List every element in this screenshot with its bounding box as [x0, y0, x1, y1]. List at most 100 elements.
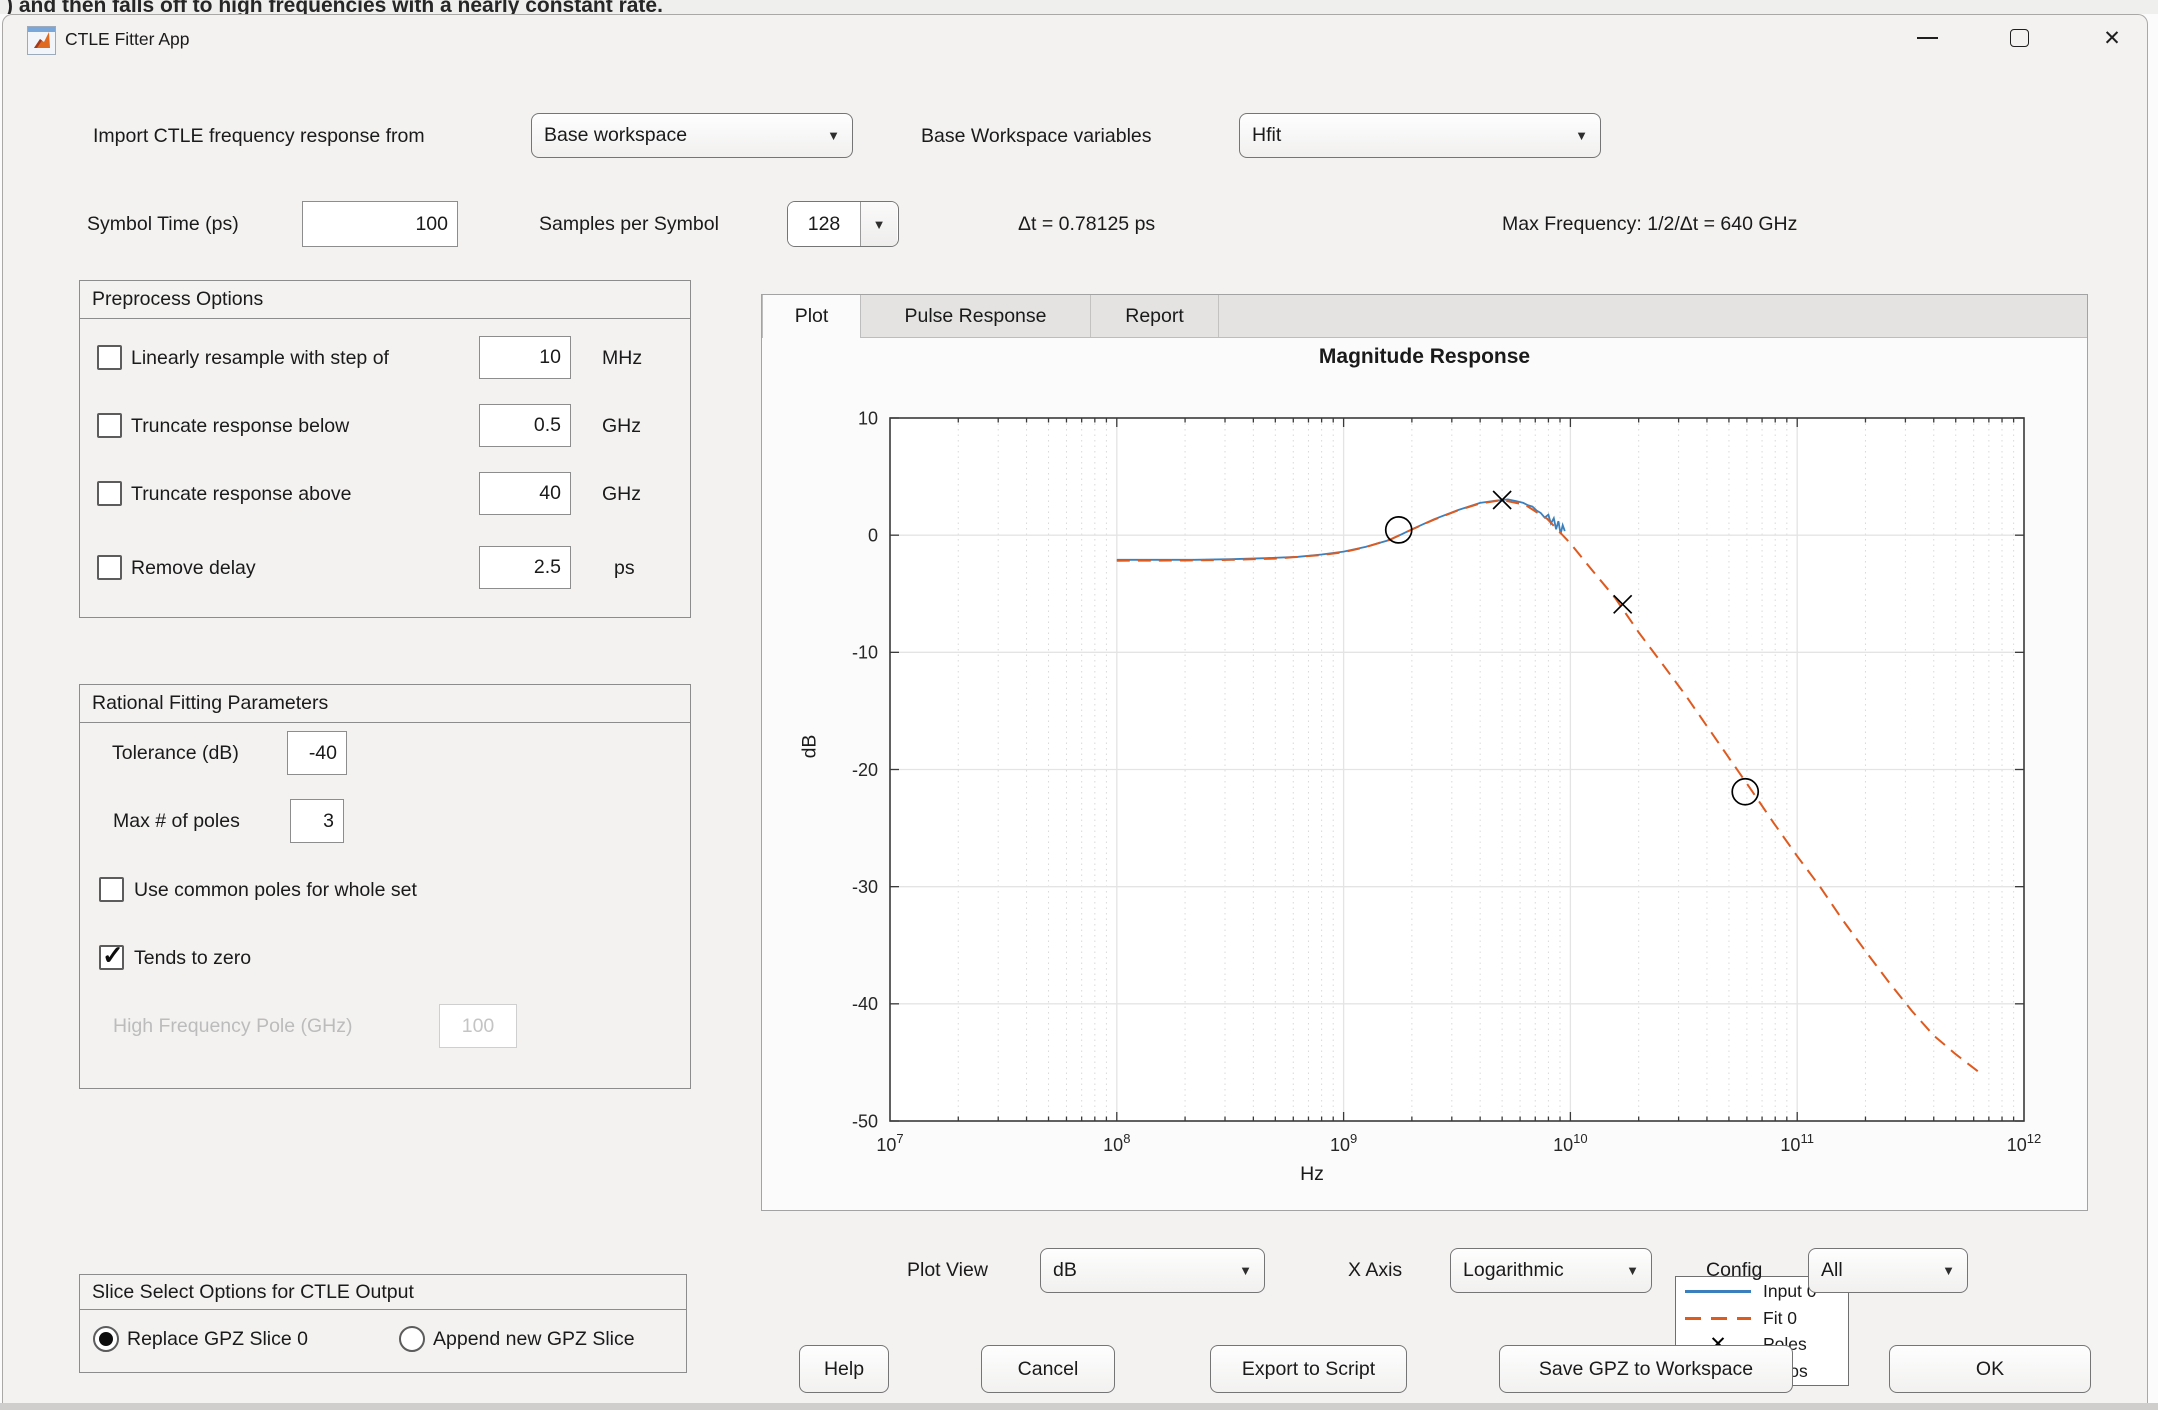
common-poles-checkbox[interactable]: ✓ [99, 877, 124, 902]
check-icon: ✓ [102, 940, 124, 971]
window-title: CTLE Fitter App [65, 24, 190, 54]
replace-gpz-radio[interactable] [93, 1326, 119, 1352]
import-source-label: Import CTLE frequency response from [93, 121, 425, 151]
maximize-button[interactable] [1995, 17, 2043, 59]
x-axis-dropdown[interactable]: Logarithmic ▼ [1450, 1248, 1652, 1293]
workspace-vars-label: Base Workspace variables [921, 121, 1152, 151]
minimize-button[interactable] [1903, 17, 1951, 59]
chevron-down-icon[interactable]: ▼ [860, 202, 897, 246]
resample-step-unit: MHz [602, 343, 642, 373]
background-text: ) and then falls off to high frequencies… [6, 0, 663, 14]
plot-title: Magnitude Response [762, 345, 2087, 369]
magnitude-response-plot: 100-10-20-30-40-50107108109101010111012 [890, 418, 2024, 1121]
svg-text:1012: 1012 [2007, 1131, 2042, 1155]
svg-text:1010: 1010 [1553, 1131, 1588, 1155]
svg-text:-20: -20 [852, 760, 878, 780]
linearly-resample-checkbox[interactable]: ✓ [97, 345, 122, 370]
help-button[interactable]: Help [799, 1345, 889, 1393]
svg-text:-10: -10 [852, 643, 878, 663]
config-label: Config [1706, 1255, 1762, 1285]
y-axis-label: dB [798, 735, 821, 759]
svg-text:-50: -50 [852, 1111, 878, 1131]
truncate-below-input[interactable]: 0.5 [479, 404, 571, 447]
save-gpz-button[interactable]: Save GPZ to Workspace [1499, 1345, 1793, 1393]
remove-delay-checkbox[interactable]: ✓ [97, 555, 122, 580]
truncate-above-label: Truncate response above [131, 479, 351, 509]
chevron-down-icon: ▼ [1239, 1263, 1252, 1278]
legend-fit-label: Fit 0 [1763, 1308, 1797, 1329]
minimize-icon [1917, 37, 1938, 39]
workspace-vars-dropdown[interactable]: Hfit ▼ [1239, 113, 1601, 158]
tab-report[interactable]: Report [1091, 295, 1219, 337]
preprocess-options-title: Preprocess Options [80, 281, 690, 319]
ctle-fitter-window: CTLE Fitter App ✕ Import CTLE frequency … [2, 14, 2148, 1410]
truncate-above-input[interactable]: 40 [479, 472, 571, 515]
remove-delay-label: Remove delay [131, 553, 256, 583]
slice-select-title: Slice Select Options for CTLE Output [80, 1275, 686, 1310]
plot-view-label: Plot View [907, 1255, 988, 1285]
rational-fitting-title: Rational Fitting Parameters [80, 685, 690, 723]
max-frequency-text: Max Frequency: 1/2/Δt = 640 GHz [1502, 209, 1797, 239]
delta-t-text: Δt = 0.78125 ps [1018, 209, 1155, 239]
ok-button[interactable]: OK [1889, 1345, 2091, 1393]
tab-pulse-response[interactable]: Pulse Response [861, 295, 1091, 337]
chevron-down-icon: ▼ [1942, 1263, 1955, 1278]
svg-text:10: 10 [858, 408, 878, 428]
tolerance-label: Tolerance (dB) [112, 738, 239, 768]
svg-text:0: 0 [868, 525, 878, 545]
svg-text:-30: -30 [852, 877, 878, 897]
x-axis-control-label: X Axis [1348, 1255, 1402, 1285]
plot-view-dropdown[interactable]: dB ▼ [1040, 1248, 1265, 1293]
close-icon: ✕ [2103, 26, 2121, 51]
plot-tab-panel: Plot Pulse Response Report Magnitude Res… [761, 294, 2088, 1211]
max-poles-input[interactable]: 3 [290, 799, 344, 843]
samples-per-symbol-label: Samples per Symbol [539, 209, 719, 239]
truncate-below-label: Truncate response below [131, 411, 349, 441]
screen: ) and then falls off to high frequencies… [0, 0, 2158, 1410]
chevron-down-icon: ▼ [827, 128, 840, 143]
chevron-down-icon: ▼ [1575, 128, 1588, 143]
high-freq-pole-input: 100 [439, 1004, 517, 1048]
svg-text:107: 107 [876, 1131, 903, 1155]
replace-gpz-label: Replace GPZ Slice 0 [127, 1324, 308, 1354]
close-button[interactable]: ✕ [2088, 17, 2136, 59]
truncate-below-unit: GHz [602, 411, 641, 441]
resample-step-input[interactable]: 10 [479, 336, 571, 379]
tab-plot[interactable]: Plot [762, 295, 861, 338]
import-source-dropdown[interactable]: Base workspace ▼ [531, 113, 853, 158]
fit-line-swatch [1685, 1317, 1751, 1319]
title-bar: CTLE Fitter App ✕ [3, 15, 2147, 61]
svg-text:108: 108 [1103, 1131, 1130, 1155]
matlab-app-icon [27, 26, 56, 55]
append-gpz-label: Append new GPZ Slice [433, 1324, 635, 1354]
cancel-button[interactable]: Cancel [981, 1345, 1115, 1393]
chevron-down-icon: ▼ [1626, 1263, 1639, 1278]
input-line-swatch [1685, 1290, 1751, 1292]
symbol-time-label: Symbol Time (ps) [87, 209, 239, 239]
x-axis-label: Hz [1212, 1163, 1412, 1186]
truncate-above-checkbox[interactable]: ✓ [97, 481, 122, 506]
samples-per-symbol-combobox[interactable]: 128 ▼ [787, 201, 899, 247]
remove-delay-input[interactable]: 2.5 [479, 546, 571, 589]
background-page: ) and then falls off to high frequencies… [0, 0, 2158, 14]
config-dropdown[interactable]: All ▼ [1808, 1248, 1968, 1293]
tends-to-zero-checkbox[interactable]: ✓ [99, 945, 124, 970]
truncate-above-unit: GHz [602, 479, 641, 509]
export-to-script-button[interactable]: Export to Script [1210, 1345, 1407, 1393]
tolerance-input[interactable]: -40 [287, 731, 347, 775]
maximize-icon [2010, 29, 2029, 47]
svg-text:109: 109 [1330, 1131, 1357, 1155]
max-poles-label: Max # of poles [113, 806, 240, 836]
svg-text:1011: 1011 [1780, 1131, 1814, 1155]
remove-delay-unit: ps [614, 553, 635, 583]
tends-to-zero-label: Tends to zero [134, 943, 251, 973]
svg-text:-40: -40 [852, 994, 878, 1014]
truncate-below-checkbox[interactable]: ✓ [97, 413, 122, 438]
window-bottom-edge [0, 1403, 2158, 1410]
symbol-time-input[interactable]: 100 [302, 201, 458, 247]
high-freq-pole-label: High Frequency Pole (GHz) [113, 1011, 353, 1041]
linearly-resample-label: Linearly resample with step of [131, 343, 389, 373]
tab-strip: Plot Pulse Response Report [762, 295, 2087, 338]
append-gpz-radio[interactable] [399, 1326, 425, 1352]
common-poles-label: Use common poles for whole set [134, 875, 417, 905]
